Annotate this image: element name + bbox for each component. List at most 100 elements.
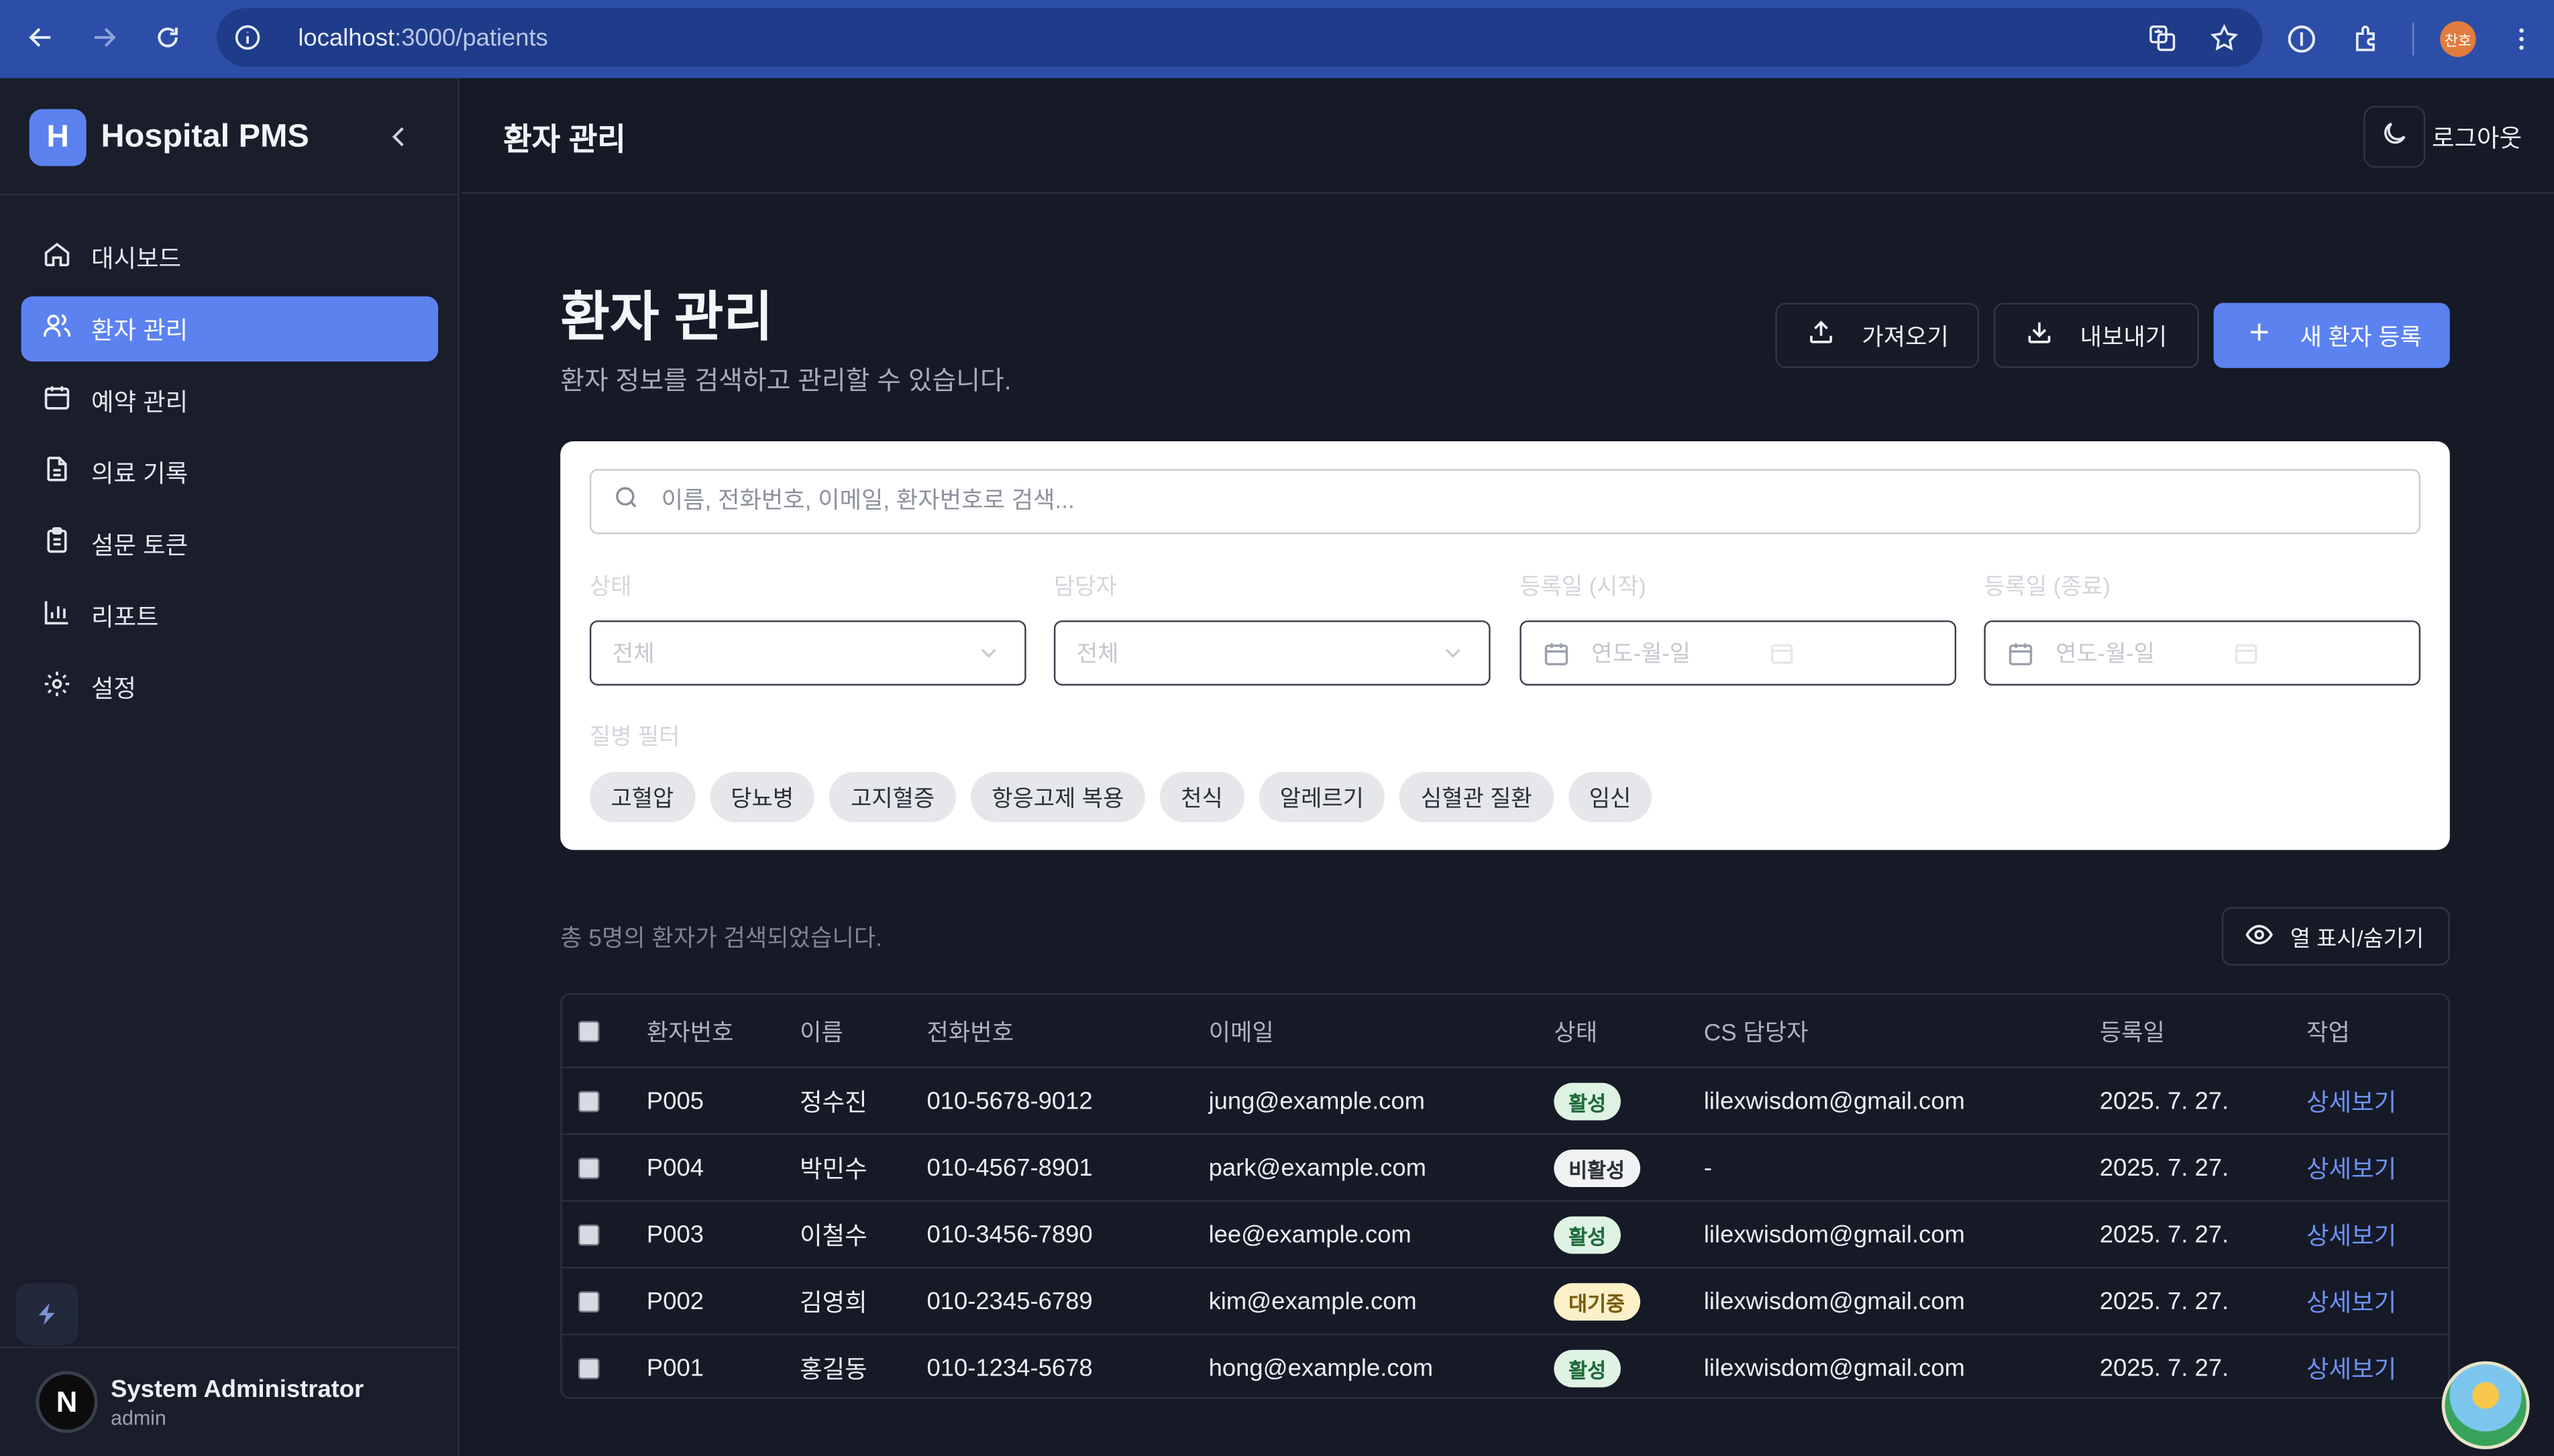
theme-toggle-button[interactable] [2363, 105, 2426, 168]
sidebar-item-survey-tokens[interactable]: 설문 토큰 [21, 511, 439, 576]
column-header[interactable]: 등록일 [2100, 995, 2165, 1067]
bar-chart-icon [42, 598, 72, 633]
search-input[interactable] [661, 488, 2372, 515]
user-name: System Administrator [111, 1375, 364, 1403]
plus-icon [2245, 317, 2274, 353]
sidebar-item-settings[interactable]: 설정 [21, 655, 439, 720]
toggle-columns-button[interactable]: 열 표시/숨기기 [2221, 907, 2450, 966]
logout-button[interactable]: 로그아웃 [2432, 121, 2522, 155]
site-info-icon[interactable] [233, 23, 262, 52]
patient-email: hong@example.com [1208, 1355, 1434, 1383]
extensions-icon[interactable] [2347, 19, 2386, 58]
address-bar[interactable]: localhost:3000/patients [216, 8, 2263, 67]
row-checkbox[interactable] [578, 1135, 600, 1200]
patient-name: 정수진 [800, 1088, 867, 1117]
column-header[interactable]: 이메일 [1209, 995, 1274, 1067]
disease-chip[interactable]: 알레르기 [1259, 771, 1385, 823]
user-role: admin [111, 1406, 166, 1429]
moon-icon [2380, 118, 2409, 156]
add-patient-button[interactable]: 새 환자 등록 [2213, 302, 2450, 368]
date-end-placeholder: 연도-월-일 [2056, 640, 2155, 667]
view-details-link[interactable]: 상세보기 [2306, 1068, 2396, 1133]
sidebar-item-appointments[interactable]: 예약 관리 [21, 368, 439, 433]
floating-widget-avatar[interactable] [2441, 1361, 2530, 1449]
registered-date: 2025. 7. 27. [2099, 1287, 2229, 1315]
devtools-icon[interactable] [16, 1283, 78, 1345]
user-profile[interactable]: N System Administrator admin [36, 1371, 364, 1433]
password-manager-icon[interactable] [2282, 19, 2321, 58]
table-row: P002 김영희 010-2345-6789 kim@example.com 대… [562, 1268, 2449, 1335]
disease-chip[interactable]: 항응고제 복용 [970, 771, 1145, 823]
status-select[interactable]: 전체 [589, 620, 1026, 686]
view-details-link[interactable]: 상세보기 [2306, 1335, 2396, 1397]
status-badge-cell: 활성 [1554, 1068, 1621, 1133]
disease-chip[interactable]: 임신 [1568, 771, 1652, 823]
translate-icon[interactable] [2145, 21, 2178, 54]
sidebar-item-label: 의료 기록 [91, 459, 189, 488]
patient-id: P005 [646, 1086, 704, 1115]
column-header[interactable]: 이름 [800, 995, 843, 1067]
back-icon[interactable] [10, 7, 72, 68]
view-details-link[interactable]: 상세보기 [2306, 1135, 2396, 1200]
row-checkbox[interactable] [578, 1268, 600, 1333]
search-box[interactable] [589, 469, 2421, 535]
export-button[interactable]: 내보내기 [1993, 302, 2199, 368]
browser-toolbar: localhost:3000/patients 찬호 [0, 0, 2554, 78]
status-badge-cell: 활성 [1554, 1335, 1621, 1397]
bookmark-star-icon[interactable] [2207, 21, 2240, 54]
sidebar-item-reports[interactable]: 리포트 [21, 583, 439, 648]
disease-chip[interactable]: 고지혈증 [829, 771, 956, 823]
patient-id: P002 [646, 1287, 704, 1315]
sidebar-item-patients[interactable]: 환자 관리 [21, 296, 439, 362]
row-checkbox[interactable] [578, 1335, 600, 1397]
profile-avatar[interactable]: 찬호 [2440, 21, 2476, 57]
home-icon [42, 239, 72, 275]
column-header[interactable]: 상태 [1554, 995, 1597, 1067]
top-header: 환자 관리 로그아웃 [461, 78, 2554, 194]
date-picker-icon[interactable] [1769, 640, 1795, 666]
status-badge: 비활성 [1554, 1148, 1640, 1186]
sidebar-item-label: 환자 관리 [91, 317, 189, 345]
url-text: localhost:3000/patients [298, 23, 548, 52]
disease-chip[interactable]: 심혈관 질환 [1399, 771, 1554, 823]
date-picker-icon[interactable] [2233, 640, 2259, 666]
manager-select[interactable]: 전체 [1053, 620, 1491, 686]
row-checkbox[interactable] [578, 1202, 600, 1267]
patient-id: P003 [646, 1220, 704, 1249]
sidebar-item-label: 설문 토큰 [91, 531, 189, 560]
view-details-link[interactable]: 상세보기 [2306, 1268, 2396, 1333]
reload-icon[interactable] [137, 7, 199, 68]
registered-date: 2025. 7. 27. [2099, 1355, 2229, 1383]
import-button[interactable]: 가져오기 [1775, 302, 1980, 368]
registered-date: 2025. 7. 27. [2099, 1086, 2229, 1115]
result-count: 총 5명의 환자가 검색되었습니다. [560, 926, 883, 953]
disease-chip[interactable]: 고혈압 [589, 771, 695, 823]
calendar-icon [2007, 639, 2034, 667]
disease-chip[interactable]: 당뇨병 [709, 771, 815, 823]
sidebar-item-medical-records[interactable]: 의료 기록 [21, 440, 439, 505]
table-row: P004 박민수 010-4567-8901 park@example.com … [562, 1135, 2449, 1202]
chevron-down-icon [975, 640, 1002, 666]
cs-manager: lilexwisdom@gmail.com [1703, 1287, 1965, 1315]
column-header[interactable]: CS 담당자 [1704, 995, 1809, 1067]
forward-icon[interactable] [73, 7, 135, 68]
select-all-checkbox[interactable] [578, 995, 600, 1067]
date-start-input[interactable]: 연도-월-일 [1520, 620, 1957, 686]
collapse-sidebar-icon[interactable] [381, 119, 417, 154]
patient-phone: 010-4567-8901 [926, 1154, 1093, 1182]
menu-dots-icon[interactable] [2502, 19, 2541, 58]
disease-chip[interactable]: 천식 [1159, 771, 1244, 823]
brand-name: Hospital PMS [101, 119, 309, 155]
patient-phone: 010-2345-6789 [926, 1287, 1093, 1315]
page-subtitle: 환자 정보를 검색하고 관리할 수 있습니다. [560, 368, 1012, 396]
brand[interactable]: H Hospital PMS [29, 109, 309, 166]
column-header[interactable]: 전화번호 [927, 995, 1014, 1067]
column-header[interactable]: 환자번호 [647, 995, 734, 1067]
upload-icon [1807, 317, 1836, 353]
row-checkbox[interactable] [578, 1068, 600, 1133]
date-end-input[interactable]: 연도-월-일 [1984, 620, 2421, 686]
sidebar-item-dashboard[interactable]: 대시보드 [21, 225, 439, 290]
sidebar-item-label: 예약 관리 [91, 388, 189, 416]
view-details-link[interactable]: 상세보기 [2306, 1202, 2396, 1267]
column-header[interactable]: 작업 [2306, 995, 2350, 1067]
